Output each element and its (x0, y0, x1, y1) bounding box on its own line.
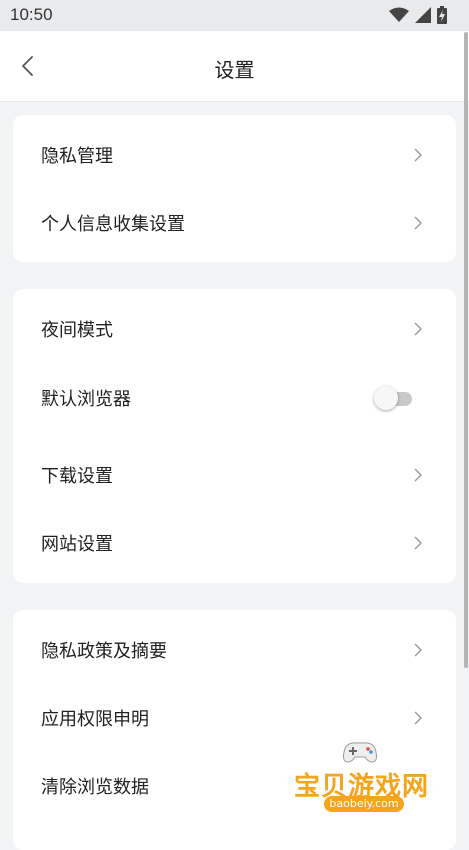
gamepad-icon (343, 742, 377, 763)
settings-item-download[interactable]: 下载设置 (13, 445, 456, 505)
wifi-icon (389, 7, 409, 22)
chevron-right-icon (414, 643, 422, 657)
settings-item-label: 夜间模式 (41, 320, 113, 341)
settings-item-label: 个人信息收集设置 (41, 214, 185, 235)
chevron-right-icon (414, 711, 422, 725)
settings-item-label: 网站设置 (41, 534, 113, 555)
settings-section-browser: 夜间模式 默认浏览器 下载设置 网站设置 (13, 289, 456, 583)
chevron-right-icon (414, 148, 422, 162)
default-browser-toggle[interactable] (374, 386, 414, 410)
battery-charging-icon (437, 6, 447, 24)
settings-item-night-mode[interactable]: 夜间模式 (13, 299, 456, 359)
settings-item-label: 应用权限申明 (41, 709, 149, 730)
chevron-right-icon (414, 322, 422, 336)
chevron-right-icon (414, 216, 422, 230)
page-title: 设置 (214, 58, 255, 82)
top-app-bar: 设置 (0, 31, 469, 102)
toggle-thumb (374, 386, 398, 410)
settings-item-privacy-management[interactable]: 隐私管理 (13, 125, 456, 185)
settings-item-label: 默认浏览器 (41, 389, 131, 410)
status-icons (389, 6, 447, 24)
watermark-url: baobeiy.com (324, 796, 404, 812)
chevron-right-icon (414, 468, 422, 482)
settings-item-personal-info-collection[interactable]: 个人信息收集设置 (13, 193, 456, 253)
settings-item-label: 清除浏览数据 (41, 777, 149, 798)
settings-item-privacy-policy[interactable]: 隐私政策及摘要 (13, 620, 456, 680)
settings-item-label: 隐私政策及摘要 (41, 641, 167, 662)
settings-item-label: 隐私管理 (41, 146, 113, 167)
status-time: 10:50 (10, 5, 53, 24)
settings-item-label: 下载设置 (41, 466, 113, 487)
watermark-logo: 宝贝游戏网 baobeiy.com (286, 738, 456, 834)
settings-item-default-browser: 默认浏览器 (13, 368, 456, 428)
status-bar: 10:50 (0, 0, 469, 31)
scrollbar[interactable] (464, 32, 468, 668)
settings-section-privacy: 隐私管理 个人信息收集设置 (13, 115, 456, 262)
cellular-signal-icon (415, 7, 431, 23)
chevron-right-icon (414, 536, 422, 550)
settings-item-website[interactable]: 网站设置 (13, 513, 456, 573)
